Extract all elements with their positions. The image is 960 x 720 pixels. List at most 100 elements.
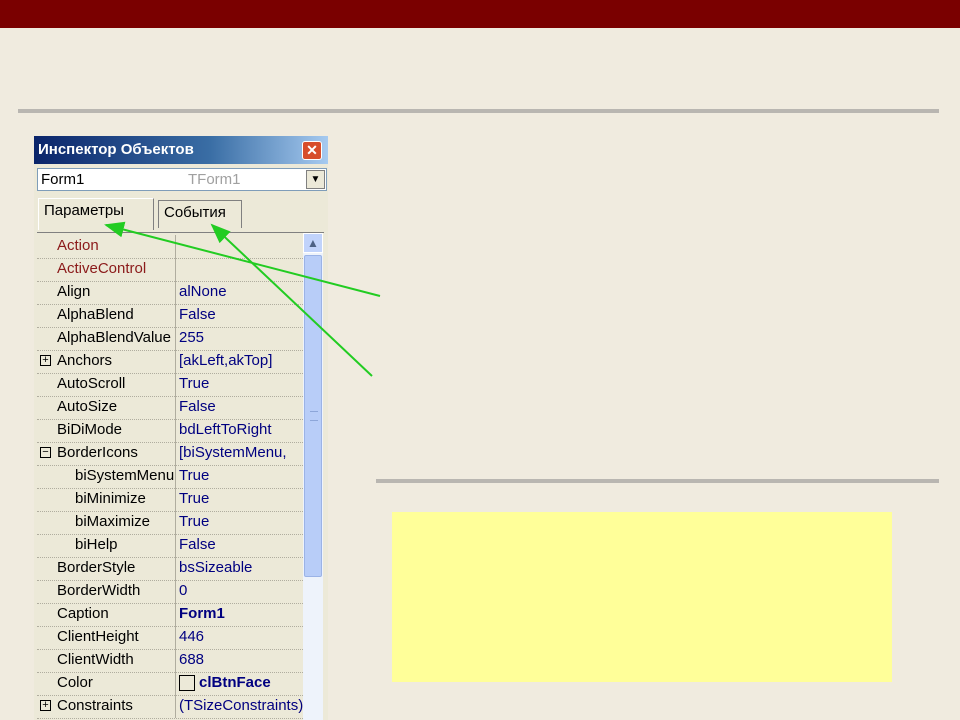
column-divider xyxy=(175,534,176,557)
property-value[interactable]: bdLeftToRight xyxy=(179,421,303,438)
column-divider xyxy=(175,373,176,396)
property-row[interactable]: AlphaBlend False xyxy=(37,304,303,328)
column-divider xyxy=(175,396,176,419)
property-name: biHelp xyxy=(75,536,118,553)
property-value[interactable]: True xyxy=(179,490,303,507)
property-name: ActiveControl xyxy=(57,260,147,277)
column-divider xyxy=(175,695,176,718)
property-row[interactable]: Action xyxy=(37,235,303,259)
property-value[interactable]: 0 xyxy=(179,582,303,599)
property-value[interactable]: 446 xyxy=(179,628,303,645)
vertical-scrollbar[interactable]: ▲ xyxy=(303,233,323,720)
property-value[interactable]: [akLeft,akTop] xyxy=(179,352,303,369)
property-name: AutoSize xyxy=(57,398,118,415)
column-divider xyxy=(175,603,176,626)
tab-parameters[interactable]: Параметры xyxy=(38,198,154,230)
expand-icon[interactable]: + xyxy=(40,700,51,711)
top-banner xyxy=(0,0,960,28)
property-name: BorderIcons xyxy=(57,444,138,461)
scroll-thumb[interactable] xyxy=(304,255,322,577)
property-row[interactable]: AutoSize False xyxy=(37,396,303,420)
property-name: ClientWidth xyxy=(57,651,134,668)
column-divider xyxy=(175,281,176,304)
property-value[interactable]: True xyxy=(179,375,303,392)
property-row[interactable]: + Anchors [akLeft,akTop] xyxy=(37,350,303,374)
inspector-titlebar[interactable]: Инспектор Объектов ✕ xyxy=(34,136,328,164)
property-name: Action xyxy=(57,237,99,254)
expand-icon[interactable]: + xyxy=(40,355,51,366)
property-value[interactable]: 688 xyxy=(179,651,303,668)
property-name: Constraints xyxy=(57,697,133,714)
property-row[interactable]: AutoScroll True xyxy=(37,373,303,397)
column-divider xyxy=(175,557,176,580)
property-row[interactable]: BorderStyle bsSizeable xyxy=(37,557,303,581)
column-divider xyxy=(175,442,176,465)
property-row[interactable]: − BorderIcons [biSystemMenu, xyxy=(37,442,303,466)
collapse-icon[interactable]: − xyxy=(40,447,51,458)
property-name: AlphaBlend xyxy=(57,306,134,323)
color-swatch xyxy=(179,675,195,692)
property-row[interactable]: ActiveControl xyxy=(37,258,303,282)
column-divider xyxy=(175,672,176,695)
property-name: Align xyxy=(57,283,91,300)
property-row[interactable]: ClientWidth 688 xyxy=(37,649,303,673)
property-name: BiDiMode xyxy=(57,421,123,438)
property-name: Anchors xyxy=(57,352,113,369)
yellow-note-box xyxy=(392,512,892,682)
property-row[interactable]: Color clBtnFace xyxy=(37,672,303,696)
column-divider xyxy=(175,304,176,327)
column-divider xyxy=(175,465,176,488)
property-row[interactable]: Caption Form1 xyxy=(37,603,303,627)
property-row[interactable]: BorderWidth 0 xyxy=(37,580,303,604)
property-name: biSystemMenu xyxy=(75,467,175,484)
scroll-up-icon[interactable]: ▲ xyxy=(303,233,323,253)
property-row[interactable]: biMinimize True xyxy=(37,488,303,512)
property-row[interactable]: biSystemMenu True xyxy=(37,465,303,489)
property-row[interactable]: + Constraints (TSizeConstraints) xyxy=(37,695,303,719)
property-row[interactable]: biHelp False xyxy=(37,534,303,558)
column-divider xyxy=(175,488,176,511)
property-name: Color xyxy=(57,674,93,691)
property-row[interactable]: AlphaBlendValue 255 xyxy=(37,327,303,351)
column-divider xyxy=(175,511,176,534)
column-divider xyxy=(175,258,176,281)
top-divider xyxy=(18,109,939,113)
property-value[interactable]: False xyxy=(179,306,303,323)
property-value[interactable]: False xyxy=(179,398,303,415)
property-value[interactable]: clBtnFace xyxy=(179,674,303,692)
property-value[interactable]: Form1 xyxy=(179,605,303,622)
object-selector[interactable]: Form1 TForm1 ▼ xyxy=(37,168,327,191)
inspector-title: Инспектор Объектов xyxy=(38,141,194,158)
tab-events[interactable]: События xyxy=(158,200,242,228)
property-name: AlphaBlendValue xyxy=(57,329,171,346)
close-icon[interactable]: ✕ xyxy=(302,141,322,160)
column-divider xyxy=(175,649,176,672)
property-name: ClientHeight xyxy=(57,628,139,645)
middle-divider xyxy=(376,479,939,483)
property-value[interactable]: alNone xyxy=(179,283,303,300)
property-row[interactable]: BiDiMode bdLeftToRight xyxy=(37,419,303,443)
object-name: Form1 xyxy=(41,171,85,188)
column-divider xyxy=(175,350,176,373)
property-row[interactable]: biMaximize True xyxy=(37,511,303,535)
property-row[interactable]: Align alNone xyxy=(37,281,303,305)
column-divider xyxy=(175,327,176,350)
chevron-down-icon[interactable]: ▼ xyxy=(306,170,325,189)
column-divider xyxy=(175,626,176,649)
property-value[interactable]: True xyxy=(179,467,303,484)
object-type: TForm1 xyxy=(188,171,241,188)
property-value[interactable]: bsSizeable xyxy=(179,559,303,576)
property-value[interactable]: [biSystemMenu, xyxy=(179,444,303,461)
property-value[interactable]: (TSizeConstraints) xyxy=(179,697,303,714)
property-value[interactable]: False xyxy=(179,536,303,553)
property-row[interactable]: ClientHeight 446 xyxy=(37,626,303,650)
property-grid: Action ActiveControl Align alNone AlphaBlend… xyxy=(37,232,324,720)
property-name: biMinimize xyxy=(75,490,146,507)
object-inspector-window: Инспектор Объектов ✕ Form1 TForm1 ▼ Пара… xyxy=(34,136,328,720)
property-name: AutoScroll xyxy=(57,375,126,392)
property-value[interactable]: True xyxy=(179,513,303,530)
property-name: Caption xyxy=(57,605,109,622)
column-divider xyxy=(175,235,176,258)
property-name: BorderStyle xyxy=(57,559,136,576)
property-value[interactable]: 255 xyxy=(179,329,303,346)
